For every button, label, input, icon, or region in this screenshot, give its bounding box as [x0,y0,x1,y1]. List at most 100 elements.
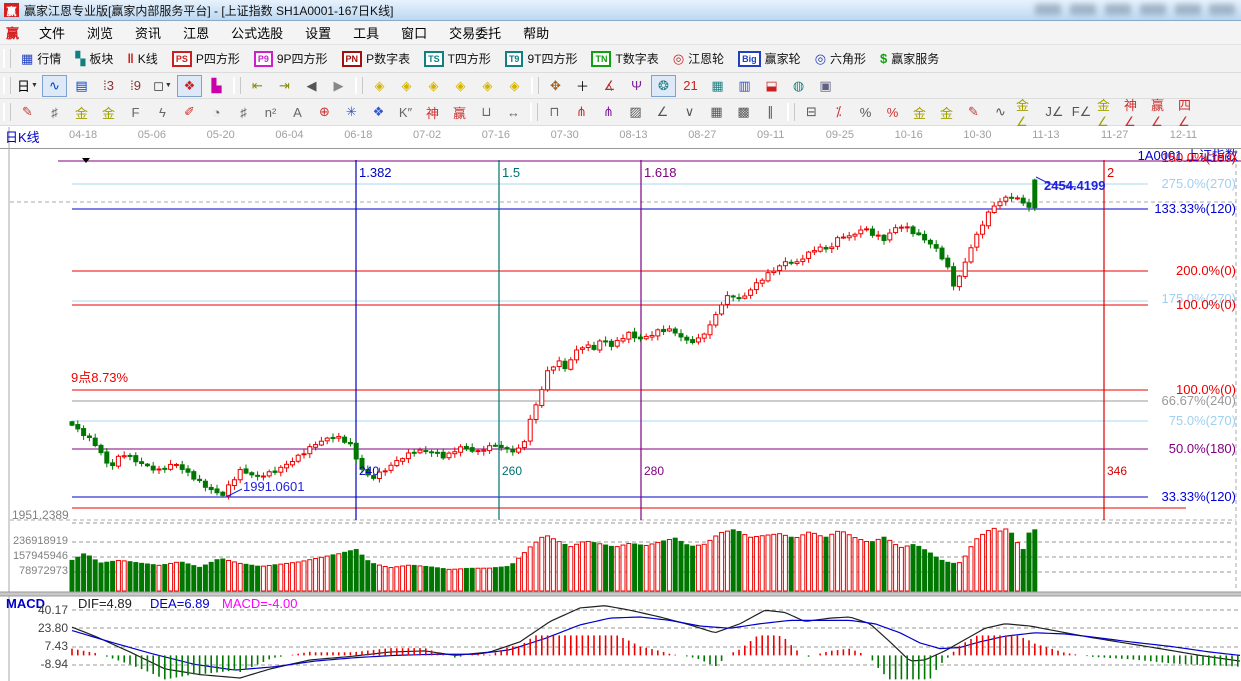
menu-item-9[interactable]: 帮助 [512,23,560,42]
remote-sync-button[interactable]: ▣ [813,75,838,97]
menu-item-6[interactable]: 工具 [342,23,390,42]
compass-tool[interactable]: ⊕ [312,101,337,123]
minor-cycle-9-button[interactable]: ⁞9 [123,75,148,97]
wave-tool[interactable]: ∿ [988,101,1013,123]
notes-button[interactable]: ▥ [732,75,757,97]
j-angle-tool[interactable]: J∠ [1042,101,1067,123]
shen-ruler-tool[interactable]: 神 [420,101,445,123]
gold-angle2-tool[interactable]: 金∠ [1096,98,1121,129]
window-control-blurred[interactable] [1070,4,1096,15]
menu-item-5[interactable]: 设置 [294,23,342,42]
histogram-button[interactable]: ▙ [204,75,229,97]
win-ruler-tool[interactable]: 赢 [447,101,472,123]
k-mark-tool[interactable]: K″ [393,101,418,123]
9t-square-button[interactable]: T9 9T四方形 [498,47,585,70]
v-wave-tool[interactable]: ∨ [677,101,702,123]
9p-square-button[interactable]: P9 9P四方形 [247,47,335,70]
parallel-tool[interactable]: ∥ [758,101,783,123]
kline-period-daily-button[interactable]: 日 ▼ [15,75,40,97]
a-line-tool[interactable]: A [285,101,310,123]
t-number-table-button[interactable]: TN T数字表 [584,47,665,70]
zigzag-trend-button[interactable]: ∿ [42,74,67,97]
pen-knife-tool[interactable]: ✎ [15,101,40,123]
f-angle-tool[interactable]: F∠ [1069,101,1094,123]
menu-item-3[interactable]: 江恩 [172,23,220,42]
shen-angle-tool[interactable]: 神∠ [1123,98,1148,129]
angle-lines-tool[interactable]: ∠ [650,101,675,123]
compress-cross-button[interactable]: ◈ [448,75,473,97]
menu-item-4[interactable]: 公式选股 [220,23,294,42]
clock-cycle-tool[interactable]: ◔ [204,101,229,123]
hexagon-button[interactable]: ◎ 六角形 [808,47,873,70]
box-frame-tool[interactable]: ⊓ [542,101,567,123]
compress-left-button[interactable]: ◈ [367,75,392,97]
window-close-blurred[interactable] [1209,4,1235,15]
window-control-blurred[interactable] [1035,4,1061,15]
fan-red-tool[interactable]: ⋔ [569,101,594,123]
calendar-21-button[interactable]: 21 [678,75,703,97]
winner-service-button[interactable]: $ 赢家服务 [873,47,946,70]
star-tool[interactable]: ✳ [339,101,364,123]
sectors-button[interactable]: ▚ 板块 [68,47,120,70]
minor-cycle-3-button[interactable]: ⁞3 [96,75,121,97]
calculator-button[interactable]: ▦ [705,75,730,97]
p-square-button[interactable]: PS P四方形 [165,47,247,70]
f-ruler-tool[interactable]: F [123,101,148,123]
kline-button[interactable]: ‖ K线 [120,47,164,70]
first-page-button[interactable]: ⇤ [245,75,270,97]
p-number-table-button[interactable]: PN P数字表 [335,47,418,70]
pitchfork-button[interactable]: Ψ [624,75,649,97]
t-square-button[interactable]: TS T四方形 [417,47,498,70]
box-star-tool[interactable]: ❖ [366,101,391,123]
compress-right-button[interactable]: ◈ [394,75,419,97]
hollow-candle-button[interactable]: ◻ ▼ [150,75,175,97]
gold-ruler-tool[interactable]: 金 [69,101,94,123]
ruler-123-tool[interactable]: ⊔ [474,101,499,123]
gold-line-tool[interactable]: 金 [934,101,959,123]
next-button[interactable]: ▶ [326,75,351,97]
gann-wheel-button[interactable]: ◎ 江恩轮 [666,47,731,70]
window-control-blurred[interactable] [1175,4,1201,15]
chart-region[interactable]: 日K线 1A0001 上证指数 MACD DIF=4.89 DEA=6.89 M… [0,126,1241,681]
angle-measure-button[interactable]: ∡ [597,75,622,97]
web-search-button[interactable]: ◍ [786,75,811,97]
grid-tool[interactable]: ▦ [704,101,729,123]
fan-purple-tool[interactable]: ⋔ [596,101,621,123]
info-list-button[interactable]: ▤ [69,75,94,97]
gold-circle-tool[interactable]: 金 [907,101,932,123]
percent-chart-tool[interactable]: ⁒ [826,101,851,123]
window-control-blurred[interactable] [1105,4,1131,15]
grid2-tool[interactable]: ▩ [731,101,756,123]
save-button[interactable]: ⬓ [759,75,784,97]
compress-all-button[interactable]: ◈ [502,75,527,97]
winner-wheel-button[interactable]: Big 赢家轮 [731,47,808,70]
compress-h-button[interactable]: ◈ [421,75,446,97]
s-ruler-tool[interactable]: ϟ [150,101,175,123]
quotes-button[interactable]: ▦ 行情 [14,47,68,70]
fan-box-tool[interactable]: ▨ [623,101,648,123]
window-control-blurred[interactable] [1140,4,1166,15]
crosshair-button[interactable]: ＋ [570,75,595,97]
four-angle-tool[interactable]: 四∠ [1177,98,1202,129]
prev-button[interactable]: ◀ [299,75,324,97]
knife2-tool[interactable]: ✐ [177,101,202,123]
n-squared-tool[interactable]: n² [258,101,283,123]
brush-tool[interactable]: ✎ [961,101,986,123]
menu-item-1[interactable]: 浏览 [76,23,124,42]
gold-ruler2-tool[interactable]: 金 [96,101,121,123]
win-angle-tool[interactable]: 赢∠ [1150,98,1175,129]
ruler-tool[interactable]: ♯ [42,101,67,123]
percent-tool[interactable]: % [853,101,878,123]
gold-angle-tool[interactable]: 金∠ [1015,98,1040,129]
ruler2-tool[interactable]: ♯ [231,101,256,123]
menu-item-0[interactable]: 文件 [28,23,76,42]
last-page-button[interactable]: ⇥ [272,75,297,97]
gann-brain-button[interactable]: ❂ [651,74,676,97]
menu-item-8[interactable]: 交易委托 [438,23,512,42]
span-arrows-tool[interactable]: ↔ [501,101,526,123]
gann-map-button[interactable]: ❖ [177,74,202,97]
menu-item-2[interactable]: 资讯 [124,23,172,42]
hand-tool-button[interactable]: ✥ [543,75,568,97]
compress-star-button[interactable]: ◈ [475,75,500,97]
percent-line-tool[interactable]: % [880,101,905,123]
